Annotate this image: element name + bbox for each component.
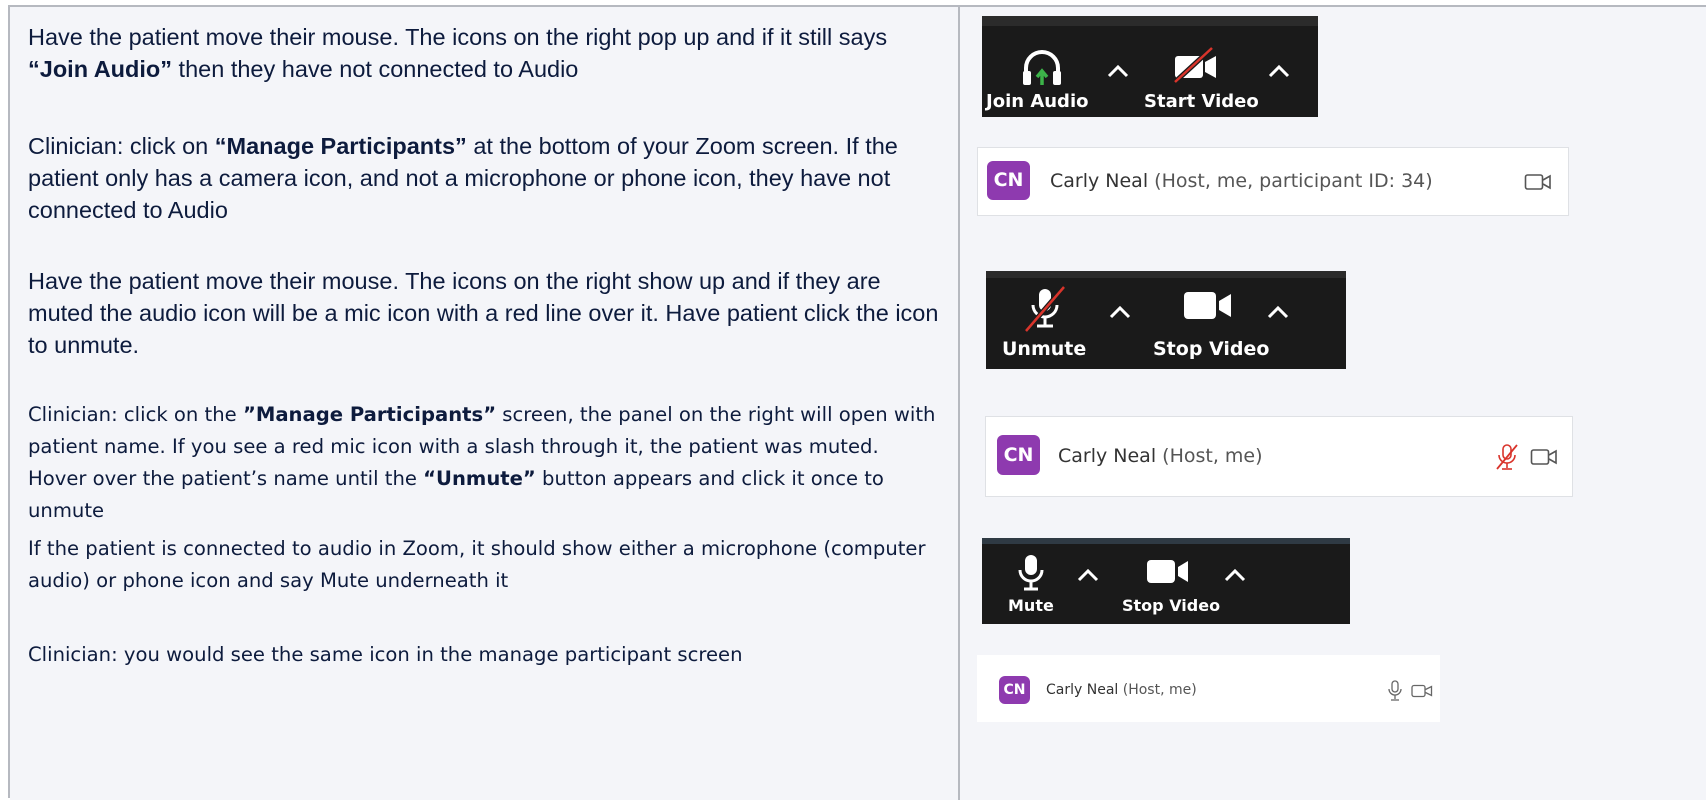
table-row: Clinician: you would see the same icon i… xyxy=(10,631,1706,800)
avatar: CN xyxy=(999,676,1030,704)
table-row: Clinician: click on the ”Manage Particip… xyxy=(10,391,1706,527)
avatar: CN xyxy=(997,435,1040,475)
participant-name: Carly Neal (Host, me) xyxy=(1058,445,1263,467)
instruction-cell: Clinician: you would see the same icon i… xyxy=(10,631,960,800)
join-audio-button[interactable]: Join Audio xyxy=(986,91,1088,112)
mute-button[interactable]: Mute xyxy=(1008,596,1054,615)
chevron-up-icon[interactable] xyxy=(1267,63,1291,79)
instruction-text: Clinician: click on the ”Manage Particip… xyxy=(28,403,936,522)
video-off-icon[interactable] xyxy=(1172,46,1220,84)
zoom-toolbar: Mute Stop Video xyxy=(982,538,1350,624)
table-row: Have the patient move their mouse. The i… xyxy=(10,7,1706,121)
avatar: CN xyxy=(987,161,1030,200)
zoom-toolbar: Join Audio Start Video xyxy=(982,16,1318,117)
participant-name: Carly Neal (Host, me) xyxy=(1046,682,1197,698)
video-outline-icon[interactable] xyxy=(1524,173,1552,191)
participant-row[interactable]: CN Carly Neal (Host, me) xyxy=(977,655,1440,722)
video-outline-icon[interactable] xyxy=(1530,448,1558,466)
start-video-button[interactable]: Start Video xyxy=(1144,91,1259,112)
video-outline-icon[interactable] xyxy=(1411,684,1433,698)
example-cell: CN Carly Neal (Host, me, participant ID:… xyxy=(960,119,1706,255)
participant-row[interactable]: CN Carly Neal (Host, me) xyxy=(985,416,1573,497)
instruction-table: Have the patient move their mouse. The i… xyxy=(8,5,1706,800)
table-row: Clinician: click on “Manage Participants… xyxy=(10,119,1706,257)
mic-muted-icon[interactable] xyxy=(1022,285,1068,333)
chevron-up-icon[interactable] xyxy=(1106,63,1130,79)
chevron-up-icon[interactable] xyxy=(1266,304,1290,320)
instruction-cell: Clinician: click on “Manage Participants… xyxy=(10,119,960,255)
video-camera-icon[interactable] xyxy=(1145,557,1191,587)
instruction-cell: Clinician: click on the ”Manage Particip… xyxy=(10,391,960,525)
video-camera-icon[interactable] xyxy=(1182,289,1234,323)
mic-outline-icon[interactable] xyxy=(1387,680,1403,702)
instruction-text: Have the patient move their mouse. The i… xyxy=(28,24,888,82)
chevron-up-icon[interactable] xyxy=(1223,567,1247,583)
table-row: Have the patient move their mouse. The i… xyxy=(10,255,1706,393)
table-row: If the patient is connected to audio in … xyxy=(10,525,1706,633)
instruction-text: Have the patient move their mouse. The i… xyxy=(28,268,939,358)
instruction-text: If the patient is connected to audio in … xyxy=(28,537,926,592)
example-cell: CN Carly Neal (Host, me) xyxy=(960,631,1706,800)
example-cell: Join Audio Start Video xyxy=(960,7,1706,119)
chevron-up-icon[interactable] xyxy=(1108,304,1132,320)
chevron-up-icon[interactable] xyxy=(1076,567,1100,583)
zoom-toolbar: Unmute Stop Video xyxy=(986,271,1346,369)
example-cell: CN Carly Neal (Host, me) xyxy=(960,391,1706,525)
mic-icon[interactable] xyxy=(1014,553,1048,595)
instruction-text: Clinician: click on “Manage Participants… xyxy=(28,133,898,223)
stop-video-button[interactable]: Stop Video xyxy=(1153,338,1269,360)
participant-name: Carly Neal (Host, me, participant ID: 34… xyxy=(1050,170,1433,192)
mic-muted-red-icon[interactable] xyxy=(1494,443,1520,471)
instruction-cell: Have the patient move their mouse. The i… xyxy=(10,7,960,119)
unmute-button[interactable]: Unmute xyxy=(1002,338,1086,360)
example-cell: Mute Stop Video xyxy=(960,525,1706,631)
instruction-cell: Have the patient move their mouse. The i… xyxy=(10,255,960,391)
stop-video-button[interactable]: Stop Video xyxy=(1122,596,1220,615)
instruction-cell: If the patient is connected to audio in … xyxy=(10,525,960,631)
headphones-up-arrow-icon[interactable] xyxy=(1019,48,1065,88)
participant-row[interactable]: CN Carly Neal (Host, me, participant ID:… xyxy=(977,147,1569,216)
example-cell: Unmute Stop Video xyxy=(960,255,1706,391)
instruction-text: Clinician: you would see the same icon i… xyxy=(28,643,743,666)
